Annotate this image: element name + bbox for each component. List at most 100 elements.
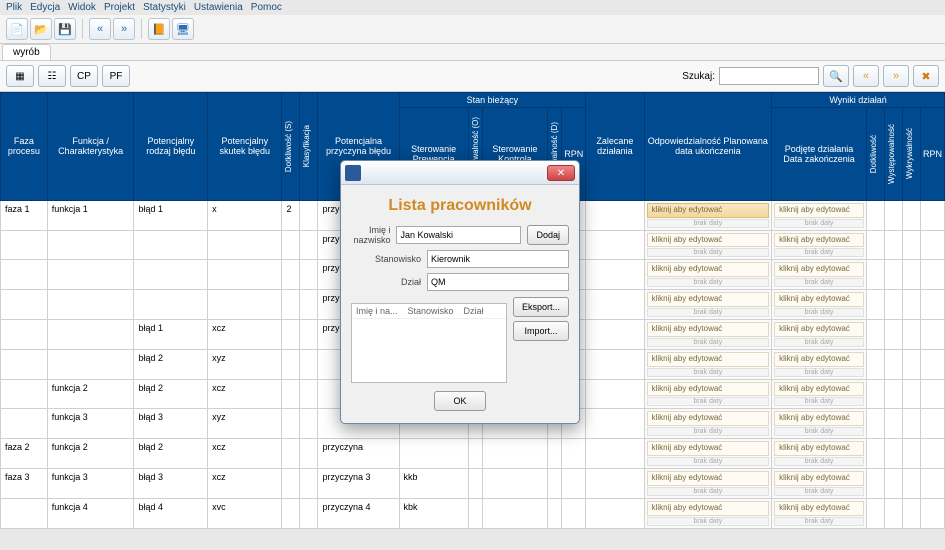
- cell[interactable]: [586, 409, 644, 439]
- cell-actions-taken[interactable]: kliknij aby edytowaćbrak daty: [772, 498, 867, 528]
- cell[interactable]: [920, 290, 944, 320]
- cell-actions-taken[interactable]: kliknij aby edytowaćbrak daty: [772, 468, 867, 498]
- cell[interactable]: [468, 439, 482, 469]
- input-name[interactable]: [396, 226, 521, 244]
- open-icon[interactable]: 📂: [30, 18, 52, 40]
- cell-actions-taken[interactable]: kliknij aby edytowaćbrak daty: [772, 260, 867, 290]
- cell[interactable]: [134, 290, 208, 320]
- cell[interactable]: [920, 200, 944, 230]
- cell[interactable]: [562, 468, 586, 498]
- cell[interactable]: [920, 230, 944, 260]
- cell[interactable]: [300, 319, 318, 349]
- cell[interactable]: [884, 260, 902, 290]
- cell[interactable]: przyczyna 3: [318, 468, 399, 498]
- cell[interactable]: [1, 379, 48, 409]
- cell[interactable]: [866, 319, 884, 349]
- cell[interactable]: funkcja 2: [47, 379, 134, 409]
- cell-actions-taken[interactable]: kliknij aby edytowaćbrak daty: [772, 439, 867, 469]
- cell[interactable]: [866, 349, 884, 379]
- cell-actions-taken[interactable]: kliknij aby edytowaćbrak daty: [772, 319, 867, 349]
- cell[interactable]: [282, 468, 300, 498]
- cell[interactable]: [300, 498, 318, 528]
- cell-actions-taken[interactable]: kliknij aby edytowaćbrak daty: [772, 230, 867, 260]
- cell[interactable]: [586, 200, 644, 230]
- input-dept[interactable]: [427, 273, 569, 291]
- menu-statystyki[interactable]: Statystyki: [143, 2, 186, 13]
- cell[interactable]: [399, 439, 468, 469]
- cell[interactable]: błąd 3: [134, 468, 208, 498]
- cell[interactable]: [300, 409, 318, 439]
- cell[interactable]: [866, 200, 884, 230]
- input-position[interactable]: [427, 250, 569, 268]
- cell[interactable]: [920, 379, 944, 409]
- cell-responsibility[interactable]: kliknij aby edytowaćbrak daty: [644, 379, 772, 409]
- monitor-icon[interactable]: 🖥: [172, 18, 194, 40]
- cell[interactable]: [586, 319, 644, 349]
- cell[interactable]: [468, 498, 482, 528]
- cell[interactable]: błąd 2: [134, 379, 208, 409]
- cell[interactable]: [300, 290, 318, 320]
- cell-responsibility[interactable]: kliknij aby edytowaćbrak daty: [644, 409, 772, 439]
- cell-actions-taken[interactable]: kliknij aby edytowaćbrak daty: [772, 409, 867, 439]
- cell[interactable]: błąd 1: [134, 319, 208, 349]
- cell-actions-taken[interactable]: kliknij aby edytowaćbrak daty: [772, 200, 867, 230]
- cell[interactable]: [300, 200, 318, 230]
- cell[interactable]: funkcja 2: [47, 439, 134, 469]
- cell[interactable]: [884, 319, 902, 349]
- cell[interactable]: funkcja 3: [47, 409, 134, 439]
- cell[interactable]: [866, 290, 884, 320]
- menu-plik[interactable]: Plik: [6, 2, 22, 13]
- cell[interactable]: [1, 319, 48, 349]
- cell[interactable]: [902, 498, 920, 528]
- cell[interactable]: [47, 230, 134, 260]
- cp-button[interactable]: CP: [70, 65, 98, 87]
- nav-last-icon[interactable]: »: [113, 18, 135, 40]
- cell[interactable]: [282, 260, 300, 290]
- cell[interactable]: [300, 260, 318, 290]
- cell[interactable]: [866, 439, 884, 469]
- cell[interactable]: błąd 3: [134, 409, 208, 439]
- cell[interactable]: [866, 409, 884, 439]
- cell[interactable]: [902, 409, 920, 439]
- cell[interactable]: x: [208, 200, 282, 230]
- cell[interactable]: [134, 260, 208, 290]
- cell[interactable]: [884, 439, 902, 469]
- cell[interactable]: [902, 439, 920, 469]
- cell[interactable]: [884, 468, 902, 498]
- cell[interactable]: [586, 230, 644, 260]
- cell[interactable]: [902, 290, 920, 320]
- search-input[interactable]: [719, 67, 819, 85]
- cell-responsibility[interactable]: kliknij aby edytowaćbrak daty: [644, 200, 772, 230]
- cell[interactable]: xcz: [208, 439, 282, 469]
- cell[interactable]: [920, 439, 944, 469]
- cell[interactable]: [282, 498, 300, 528]
- cell[interactable]: [586, 439, 644, 469]
- cell[interactable]: faza 3: [1, 468, 48, 498]
- cell[interactable]: [482, 439, 548, 469]
- cell[interactable]: [282, 349, 300, 379]
- cell-responsibility[interactable]: kliknij aby edytowaćbrak daty: [644, 439, 772, 469]
- cell[interactable]: [902, 468, 920, 498]
- cell[interactable]: [884, 498, 902, 528]
- cell[interactable]: [562, 439, 586, 469]
- cell[interactable]: xcz: [208, 319, 282, 349]
- cell[interactable]: [282, 439, 300, 469]
- view-tree-button[interactable]: ☷: [38, 65, 66, 87]
- cell[interactable]: [866, 468, 884, 498]
- menu-ustawienia[interactable]: Ustawienia: [194, 2, 243, 13]
- table-row[interactable]: faza 3funkcja 3błąd 3xczprzyczyna 3kkbkl…: [1, 468, 945, 498]
- add-button[interactable]: Dodaj: [527, 225, 569, 245]
- cell[interactable]: [884, 349, 902, 379]
- cell[interactable]: [300, 379, 318, 409]
- cell[interactable]: [884, 409, 902, 439]
- cell[interactable]: [586, 290, 644, 320]
- cell[interactable]: [482, 498, 548, 528]
- cell[interactable]: funkcja 3: [47, 468, 134, 498]
- cell[interactable]: przyczyna 4: [318, 498, 399, 528]
- cell[interactable]: [282, 290, 300, 320]
- cell[interactable]: kbk: [399, 498, 468, 528]
- cell[interactable]: błąd 1: [134, 200, 208, 230]
- cell[interactable]: [1, 260, 48, 290]
- cell[interactable]: przyczyna: [318, 439, 399, 469]
- cell[interactable]: 2: [282, 200, 300, 230]
